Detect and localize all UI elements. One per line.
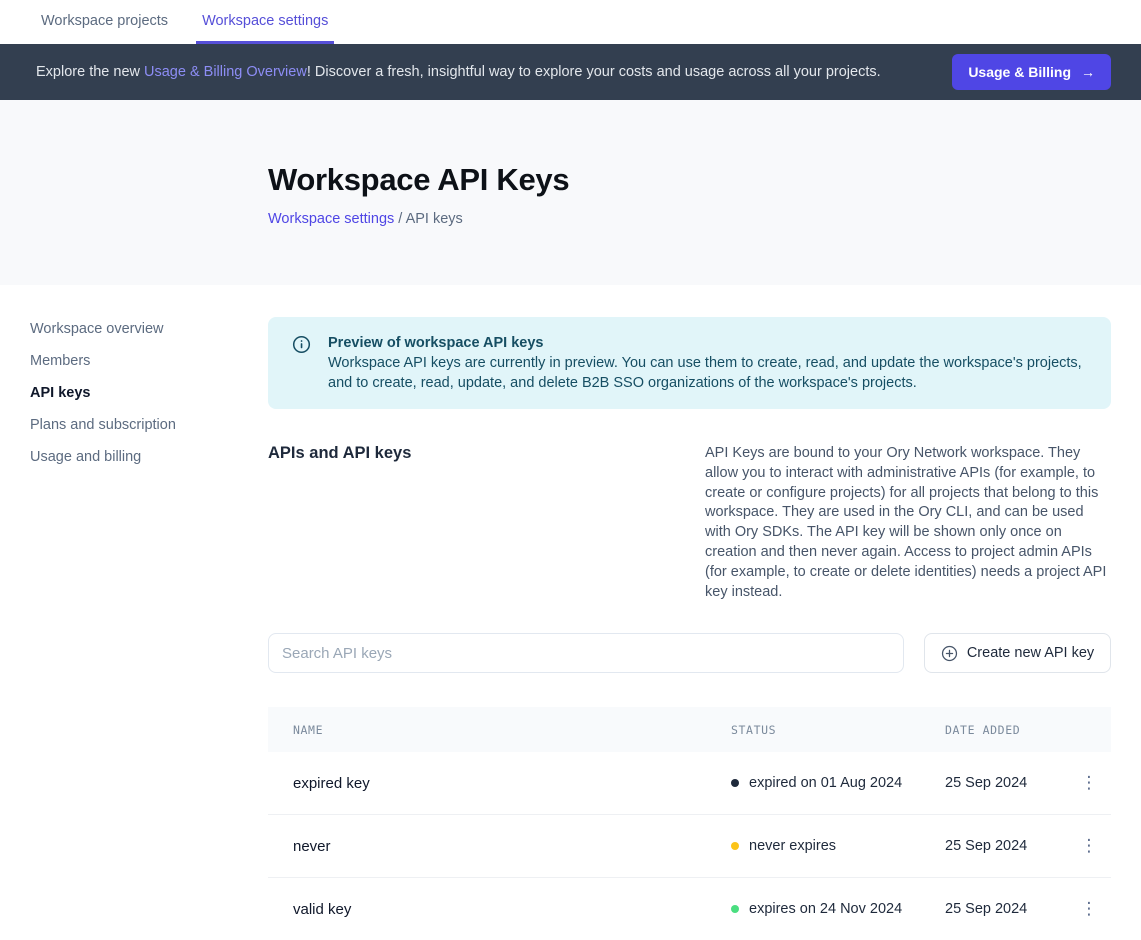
tab-workspace-projects[interactable]: Workspace projects: [35, 0, 174, 44]
status-dot-icon: [731, 779, 739, 787]
api-key-status: never expires: [731, 838, 945, 854]
kebab-menu-icon[interactable]: ⋮: [1075, 895, 1103, 923]
section-description: API Keys are bound to your Ory Network w…: [705, 444, 1111, 602]
sidebar-item-plans-and-subscription[interactable]: Plans and subscription: [30, 416, 248, 434]
create-api-key-button[interactable]: Create new API key: [924, 633, 1111, 673]
alert-body: Workspace API keys are currently in prev…: [328, 353, 1087, 393]
settings-sidebar: Workspace overview Members API keys Plan…: [0, 285, 268, 940]
status-dot-icon: [731, 905, 739, 913]
status-label: never expires: [749, 838, 836, 854]
api-key-name: expired key: [268, 775, 731, 792]
column-header-name: NAME: [268, 723, 731, 737]
column-header-status: STATUS: [731, 723, 945, 737]
api-keys-section: APIs and API keys API Keys are bound to …: [268, 444, 1111, 602]
breadcrumb-workspace-settings-link[interactable]: Workspace settings: [268, 211, 394, 227]
arrow-right-icon: →: [1081, 64, 1095, 80]
section-heading: APIs and API keys: [268, 444, 705, 602]
sidebar-item-api-keys[interactable]: API keys: [30, 384, 248, 402]
sidebar-item-workspace-overview[interactable]: Workspace overview: [30, 320, 248, 338]
breadcrumb-current: API keys: [406, 211, 463, 227]
usage-billing-banner: Explore the new Usage & Billing Overview…: [0, 44, 1141, 100]
column-header-date-added: DATE ADDED: [945, 723, 1075, 737]
breadcrumb-separator: /: [394, 211, 405, 227]
usage-billing-overview-link[interactable]: Usage & Billing Overview: [144, 64, 307, 80]
breadcrumb: Workspace settings / API keys: [268, 211, 1111, 227]
api-key-name: valid key: [268, 901, 731, 918]
page-header: Workspace API Keys Workspace settings / …: [0, 100, 1141, 285]
top-tab-bar: Workspace projects Workspace settings: [0, 0, 1141, 44]
search-input[interactable]: [268, 633, 904, 673]
alert-content: Preview of workspace API keys Workspace …: [328, 333, 1087, 393]
api-key-date-added: 25 Sep 2024: [945, 775, 1075, 791]
sidebar-item-usage-and-billing[interactable]: Usage and billing: [30, 448, 248, 466]
kebab-menu-icon[interactable]: ⋮: [1075, 832, 1103, 860]
table-row: valid key expires on 24 Nov 2024 25 Sep …: [268, 878, 1111, 940]
api-key-status: expired on 01 Aug 2024: [731, 775, 945, 791]
tab-workspace-settings[interactable]: Workspace settings: [196, 0, 334, 44]
api-keys-table: NAME STATUS DATE ADDED expired key expir…: [268, 707, 1111, 940]
api-key-status: expires on 24 Nov 2024: [731, 901, 945, 917]
kebab-menu-icon[interactable]: ⋮: [1075, 769, 1103, 797]
create-api-key-button-label: Create new API key: [967, 645, 1094, 661]
usage-billing-button-label: Usage & Billing: [968, 64, 1071, 80]
status-label: expired on 01 Aug 2024: [749, 775, 902, 791]
preview-info-alert: Preview of workspace API keys Workspace …: [268, 317, 1111, 409]
alert-title: Preview of workspace API keys: [328, 333, 1087, 353]
status-label: expires on 24 Nov 2024: [749, 901, 902, 917]
api-key-date-added: 25 Sep 2024: [945, 901, 1075, 917]
banner-message: Explore the new Usage & Billing Overview…: [36, 64, 881, 80]
usage-billing-button[interactable]: Usage & Billing →: [952, 54, 1111, 90]
table-header-row: NAME STATUS DATE ADDED: [268, 707, 1111, 752]
plus-circle-icon: [941, 645, 958, 662]
api-key-name: never: [268, 838, 731, 855]
sidebar-item-members[interactable]: Members: [30, 352, 248, 370]
page-title: Workspace API Keys: [268, 162, 1111, 198]
api-keys-toolbar: Create new API key: [268, 633, 1111, 673]
table-row: never never expires 25 Sep 2024 ⋮: [268, 815, 1111, 878]
info-circle-icon: [292, 335, 311, 393]
banner-text-after: ! Discover a fresh, insightful way to ex…: [307, 64, 881, 80]
table-row: expired key expired on 01 Aug 2024 25 Se…: [268, 752, 1111, 815]
api-key-date-added: 25 Sep 2024: [945, 838, 1075, 854]
banner-text-before: Explore the new: [36, 64, 144, 80]
content-area: Workspace overview Members API keys Plan…: [0, 285, 1141, 940]
status-dot-icon: [731, 842, 739, 850]
main-panel: Preview of workspace API keys Workspace …: [268, 285, 1111, 940]
